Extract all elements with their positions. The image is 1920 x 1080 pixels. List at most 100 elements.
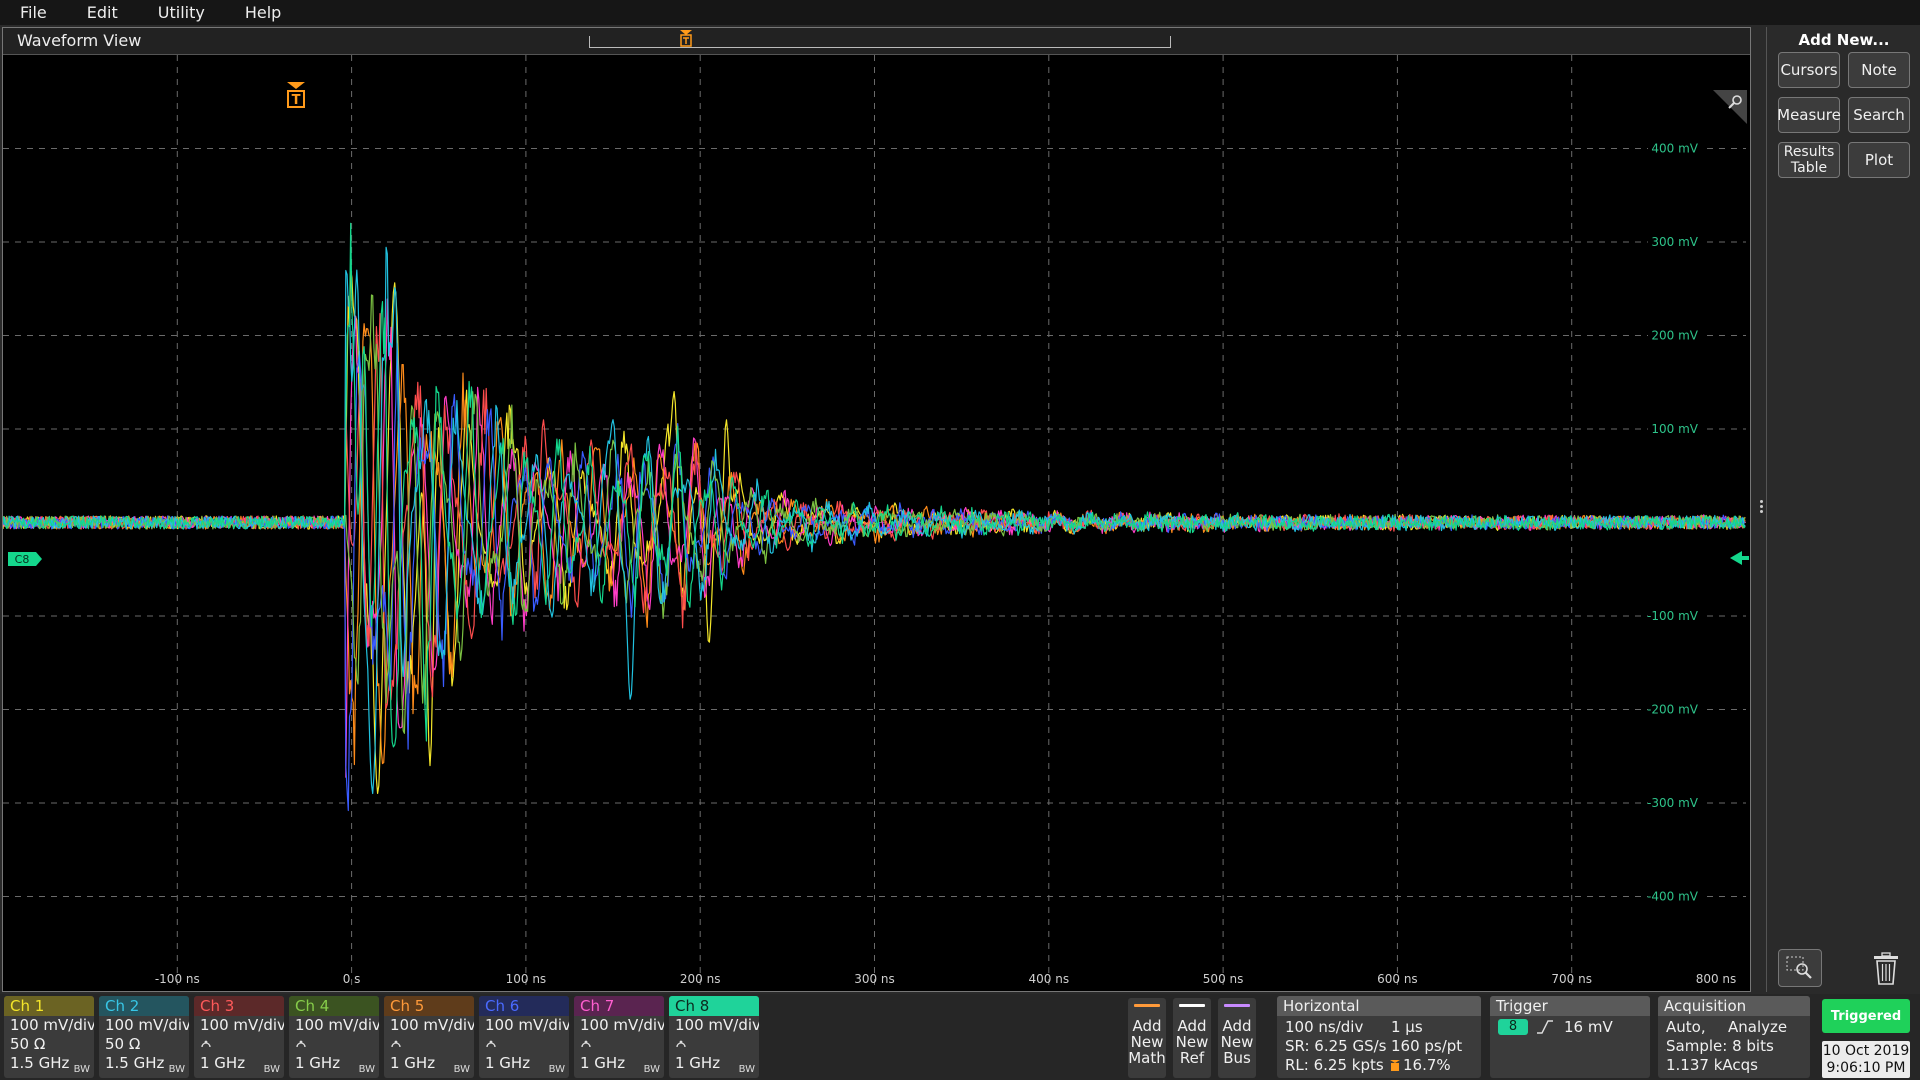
channel-badge-7[interactable]: Ch 7 100 mV/div 1 GHz BW xyxy=(574,996,664,1078)
y-tick-label: -100 mV xyxy=(1647,609,1699,623)
add-ref-label: Add New Ref xyxy=(1175,1017,1209,1067)
date-time-display[interactable]: 10 Oct 2019 9:06:10 PM xyxy=(1822,1041,1910,1078)
search-button[interactable]: Search xyxy=(1848,97,1910,133)
record-overview-bar[interactable] xyxy=(589,36,1171,48)
trigger-position-marker[interactable]: T xyxy=(287,82,305,108)
channel-name: Ch 6 xyxy=(479,996,569,1016)
add-new-bus-button[interactable]: Add New Bus xyxy=(1218,998,1256,1078)
zoom-icon[interactable] xyxy=(1778,949,1822,987)
ch8-offset-marker[interactable]: C8 xyxy=(8,552,42,566)
cursors-button[interactable]: Cursors xyxy=(1778,52,1840,88)
menu-help[interactable]: Help xyxy=(225,0,301,25)
waveform-plot[interactable]: 400 mV 300 mV 200 mV 100 mV -100 mV -200 mV -3… xyxy=(3,55,1750,991)
plot-button[interactable]: Plot xyxy=(1848,142,1910,178)
add-bus-label: Add New Bus xyxy=(1220,1017,1254,1067)
acquisition-title: Acquisition xyxy=(1658,996,1810,1016)
channel-badge-2[interactable]: Ch 2 100 mV/div 50 Ω 1.5 GHz BW xyxy=(99,996,189,1078)
y-tick-label: 400 mV xyxy=(1651,142,1698,156)
math-color-bar xyxy=(1134,1004,1160,1007)
x-tick-label: 100 ns xyxy=(506,972,547,986)
bandwidth-limit-badge: BW xyxy=(548,1064,565,1075)
channel-scale: 100 mV/div xyxy=(10,1016,94,1034)
probe-icon xyxy=(384,1035,474,1054)
horizontal-sample-rate: SR: 6.25 GS/s xyxy=(1285,1037,1387,1055)
trigger-badge[interactable]: Trigger 8 16 mV xyxy=(1490,996,1650,1078)
bottom-status-bar: Ch 1 100 mV/div 50 Ω 1.5 GHz BW Ch 2 100 mV/di… xyxy=(0,994,1920,1080)
acquisition-badge[interactable]: Acquisition Auto, Analyze Sample: 8 bits… xyxy=(1658,996,1810,1078)
bandwidth-limit-badge: BW xyxy=(263,1064,280,1075)
probe-icon xyxy=(479,1035,569,1054)
side-drag-handle[interactable] xyxy=(1758,498,1764,518)
channel-termination: 50 Ω xyxy=(105,1035,141,1053)
probe-icon xyxy=(194,1035,284,1054)
probe-icon xyxy=(574,1035,664,1054)
rising-edge-icon xyxy=(1537,1020,1553,1034)
bandwidth-limit-badge: BW xyxy=(738,1064,755,1075)
trash-icon[interactable] xyxy=(1869,951,1903,987)
waveform-view: Waveform View 400 mV 300 mV 200 mV 100 mV -1… xyxy=(2,27,1763,992)
channel-name: Ch 5 xyxy=(384,996,474,1016)
trigger-source: 8 xyxy=(1498,1019,1528,1035)
bandwidth-limit-badge: BW xyxy=(73,1064,90,1075)
channel-badge-4[interactable]: Ch 4 100 mV/div 1 GHz BW xyxy=(289,996,379,1078)
channel-scale: 100 mV/div xyxy=(295,1016,379,1034)
channel-termination: 50 Ω xyxy=(10,1035,46,1053)
date-text: 10 Oct 2019 xyxy=(1822,1043,1910,1059)
menu-bar: File Edit Utility Help xyxy=(0,0,1920,25)
menu-edit[interactable]: Edit xyxy=(67,0,138,25)
bandwidth-limit-badge: BW xyxy=(453,1064,470,1075)
results-table-button[interactable]: Results Table xyxy=(1778,142,1840,178)
acquisition-analyze: Analyze xyxy=(1728,1018,1788,1036)
zoom-corner-icon[interactable] xyxy=(1713,90,1747,124)
ref-color-bar xyxy=(1179,1004,1205,1007)
y-tick-label: -400 mV xyxy=(1647,890,1699,904)
x-tick-label: 800 ns xyxy=(1696,972,1737,986)
channel-name: Ch 2 xyxy=(99,996,189,1016)
trigger-level: 16 mV xyxy=(1564,1018,1613,1036)
waveform-view-titlebar: Waveform View xyxy=(3,28,1750,55)
channel-badge-8[interactable]: Ch 8 100 mV/div 1 GHz BW xyxy=(669,996,759,1078)
trigger-level-marker[interactable] xyxy=(1730,551,1749,565)
add-new-ref-button[interactable]: Add New Ref xyxy=(1173,998,1211,1078)
add-new-math-button[interactable]: Add New Math xyxy=(1128,998,1166,1078)
channel-scale: 100 mV/div xyxy=(580,1016,664,1034)
y-tick-label: 200 mV xyxy=(1651,329,1698,343)
channel-badge-1[interactable]: Ch 1 100 mV/div 50 Ω 1.5 GHz BW xyxy=(4,996,94,1078)
menu-utility[interactable]: Utility xyxy=(138,0,225,25)
x-tick-label: 300 ns xyxy=(854,972,895,986)
menu-file[interactable]: File xyxy=(0,0,67,25)
channel-name: Ch 8 xyxy=(669,996,759,1016)
horizontal-badge[interactable]: Horizontal 100 ns/div 1 µs SR: 6.25 GS/s… xyxy=(1277,996,1481,1078)
channel-badge-5[interactable]: Ch 5 100 mV/div 1 GHz BW xyxy=(384,996,474,1078)
channel-name: Ch 4 xyxy=(289,996,379,1016)
x-tick-label: 400 ns xyxy=(1029,972,1070,986)
horizontal-resolution: 160 ps/pt xyxy=(1391,1037,1463,1055)
channel-name: Ch 3 xyxy=(194,996,284,1016)
channel-scale: 100 mV/div xyxy=(675,1016,759,1034)
bandwidth-limit-badge: BW xyxy=(643,1064,660,1075)
channel-badge-6[interactable]: Ch 6 100 mV/div 1 GHz BW xyxy=(479,996,569,1078)
bus-color-bar xyxy=(1224,1004,1250,1007)
ch8-offset-marker-label: C8 xyxy=(15,553,30,566)
note-button[interactable]: Note xyxy=(1848,52,1910,88)
x-axis-labels: -100 ns 0 s 100 ns 200 ns 300 ns 400 ns 500 ns… xyxy=(155,972,1736,986)
measure-button[interactable]: Measure xyxy=(1777,97,1841,133)
channel-badge-3[interactable]: Ch 3 100 mV/div 1 GHz BW xyxy=(194,996,284,1078)
run-stop-triggered-button[interactable]: Triggered xyxy=(1822,999,1910,1033)
time-text: 9:06:10 PM xyxy=(1826,1060,1906,1076)
horizontal-scale: 100 ns/div xyxy=(1285,1018,1364,1036)
x-tick-label: 600 ns xyxy=(1377,972,1418,986)
y-tick-label: -300 mV xyxy=(1647,796,1699,810)
channel-scale: 100 mV/div xyxy=(485,1016,569,1034)
channel-scale: 100 mV/div xyxy=(105,1016,189,1034)
horizontal-title: Horizontal xyxy=(1277,996,1481,1016)
trigger-marker-label: T xyxy=(292,93,301,108)
acquisition-count: 1.137 kAcqs xyxy=(1666,1056,1758,1074)
overview-trigger-icon xyxy=(680,30,692,47)
acquisition-mode: Auto, xyxy=(1666,1018,1706,1036)
x-tick-label: 700 ns xyxy=(1551,972,1592,986)
channel-name: Ch 1 xyxy=(4,996,94,1016)
probe-icon xyxy=(669,1035,759,1054)
trigger-title: Trigger xyxy=(1490,996,1650,1016)
waveform-view-title: Waveform View xyxy=(17,31,142,50)
